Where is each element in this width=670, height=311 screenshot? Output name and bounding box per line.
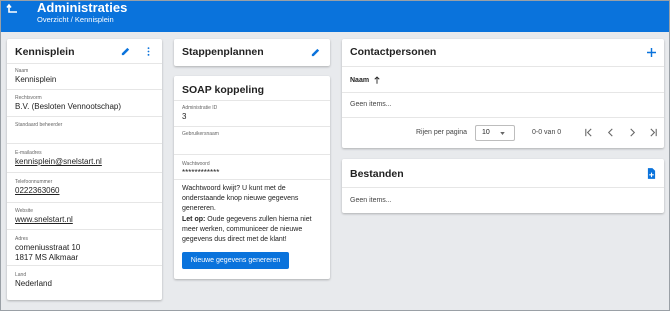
- address-line-2: 1817 MS Alkmaar: [15, 253, 79, 262]
- back-arrow-icon[interactable]: [6, 3, 20, 17]
- field-label: Naam: [15, 68, 29, 74]
- field-label: Adres: [15, 236, 29, 242]
- bestanden-card: Bestanden Geen items...: [342, 159, 664, 213]
- card-title: Stappenplannen: [182, 46, 264, 58]
- rows-per-page-value: 10: [482, 129, 490, 136]
- rows-per-page-select[interactable]: 10: [475, 125, 515, 141]
- next-page-icon[interactable]: [628, 128, 637, 137]
- previous-page-icon[interactable]: [606, 128, 615, 137]
- field-land: Land Nederland: [7, 266, 162, 293]
- soap-koppeling-card: SOAP koppeling Administratie ID 3 Gebrui…: [174, 76, 330, 279]
- card-title: Kennisplein: [15, 46, 75, 58]
- pagination-range: 0-0 van 0: [532, 129, 562, 136]
- page-title: Administraties: [37, 0, 128, 15]
- field-website: Website www.snelstart.nl: [7, 203, 162, 230]
- administration-details-card: Kennisplein Naam Kennisplein Rechtsvorm …: [7, 39, 162, 300]
- generate-credentials-button[interactable]: Nieuwe gegevens genereren: [182, 252, 289, 269]
- card-title: SOAP koppeling: [182, 84, 265, 96]
- card-title: Bestanden: [350, 168, 404, 180]
- edit-icon[interactable]: [310, 47, 321, 58]
- admin-id-value: 3: [182, 112, 187, 121]
- field-label: Telefoonnummer: [15, 179, 53, 185]
- admin-id-label: Administratie ID: [182, 105, 218, 111]
- first-page-icon[interactable]: [584, 128, 593, 137]
- warning-note: Let op: Oude gegevens zullen hierna niet…: [182, 215, 322, 245]
- dropdown-arrow-icon: [500, 132, 505, 135]
- add-icon[interactable]: [647, 48, 656, 57]
- stappenplannen-card: Stappenplannen: [174, 39, 330, 66]
- website-link[interactable]: www.snelstart.nl: [15, 215, 73, 224]
- field-label: Website: [15, 208, 33, 214]
- empty-state: Geen items...: [350, 197, 392, 204]
- breadcrumb[interactable]: Overzicht / Kennisplein: [37, 15, 114, 24]
- empty-state: Geen items...: [350, 101, 392, 108]
- edit-icon[interactable]: [120, 46, 131, 57]
- app-header: Administraties Overzicht / Kennisplein: [0, 0, 670, 32]
- field-value: Kennisplein: [15, 75, 57, 84]
- email-link[interactable]: kennisplein@snelstart.nl: [15, 157, 102, 166]
- rows-per-page-label: Rijen per pagina: [416, 129, 467, 136]
- field-value: Nederland: [15, 279, 52, 288]
- more-vert-icon[interactable]: [146, 46, 151, 57]
- field-value: B.V. (Besloten Vennootschap): [15, 102, 121, 111]
- field-label: Land: [15, 272, 27, 278]
- contactpersonen-card: Contactpersonen Naam Geen items... Rijen…: [342, 39, 664, 148]
- field-naam: Naam Kennisplein: [7, 64, 162, 90]
- field-label: E-mailadres: [15, 150, 42, 156]
- field-telefoon: Telefoonnummer 0222363060: [7, 173, 162, 203]
- warning-note-bold: Let op:: [182, 216, 206, 223]
- password-value: ************: [182, 168, 220, 177]
- last-page-icon[interactable]: [649, 128, 658, 137]
- field-rechtsvorm: Rechtsvorm B.V. (Besloten Vennootschap): [7, 90, 162, 117]
- card-title: Contactpersonen: [350, 46, 437, 58]
- column-header-naam[interactable]: Naam: [350, 77, 369, 84]
- field-adres: Adres comeniusstraat 10 1817 MS Alkmaar: [7, 230, 162, 266]
- field-email: E-mailadres kennisplein@snelstart.nl: [7, 144, 162, 173]
- field-standaard-beheerder: Standaard beheerder: [7, 117, 162, 144]
- add-file-icon[interactable]: [647, 168, 656, 179]
- forgot-password-text: Wachtwoord kwijt? U kunt met de ondersta…: [182, 185, 299, 212]
- field-label: Standaard beheerder: [15, 122, 63, 128]
- password-label: Wachtwoord: [182, 161, 210, 167]
- address-line-1: comeniusstraat 10: [15, 243, 81, 252]
- username-label: Gebruikersnaam: [182, 131, 219, 137]
- sort-arrow-up-icon[interactable]: [374, 76, 380, 84]
- phone-link[interactable]: 0222363060: [15, 186, 60, 195]
- field-label: Rechtsvorm: [15, 95, 42, 101]
